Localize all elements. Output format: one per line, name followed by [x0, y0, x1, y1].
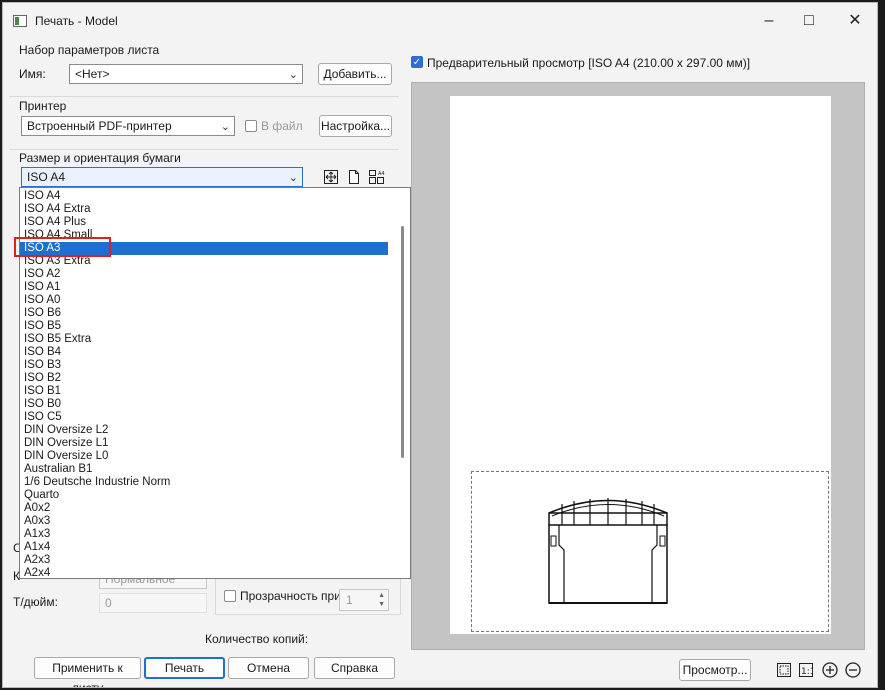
chevron-down-icon: ⌄: [220, 121, 230, 133]
preview-paper: [450, 96, 831, 634]
dpi-input[interactable]: 0: [99, 593, 207, 613]
paper-size-option[interactable]: ISO B5: [20, 320, 388, 333]
svg-text:1:1: 1:1: [801, 667, 813, 677]
paper-size-option[interactable]: A1x4: [20, 541, 388, 554]
page-setup-name-value: <Нет>: [75, 67, 110, 81]
paper-size-option[interactable]: A1x3: [20, 528, 388, 541]
drawing-preview: [548, 498, 668, 604]
paper-size-option[interactable]: ISO B6: [20, 307, 388, 320]
copies-label: Количество копий:: [205, 632, 309, 646]
paper-size-option[interactable]: DIN Oversize L1: [20, 437, 388, 450]
to-file-label: В файл: [261, 119, 303, 133]
help-button[interactable]: Справка: [314, 657, 395, 679]
add-button[interactable]: Добавить...: [318, 63, 392, 85]
page-setup-name-select[interactable]: <Нет> ⌄: [69, 64, 303, 84]
paper-size-option[interactable]: ISO C5: [20, 411, 388, 424]
dropdown-scrollbar[interactable]: [401, 226, 404, 458]
paper-size-option[interactable]: ISO B5 Extra: [20, 333, 388, 346]
paper-size-value: ISO A4: [27, 170, 66, 184]
annotation-highlight: [14, 237, 111, 257]
close-button[interactable]: ✕: [833, 3, 877, 39]
maximize-button[interactable]: □: [787, 3, 831, 39]
title-bar: Печать - Model – □ ✕: [3, 3, 877, 39]
paper-size-option[interactable]: DIN Oversize L2: [20, 424, 388, 437]
preview-panel: ✓ Предварительный просмотр [ISO A4 (210.…: [403, 41, 877, 687]
paper-size-option[interactable]: ISO A2: [20, 268, 388, 281]
paper-size-option[interactable]: ISO B2: [20, 372, 388, 385]
paper-size-option[interactable]: Quarto: [20, 489, 388, 502]
transparency-checkbox[interactable]: [224, 590, 236, 602]
zoom-out-icon[interactable]: [845, 662, 861, 678]
minimize-button[interactable]: –: [747, 3, 791, 39]
preview-checkbox-label: Предварительный просмотр [ISO A4 (210.00…: [427, 56, 751, 70]
svg-text:A4: A4: [378, 171, 385, 177]
paper-size-option[interactable]: ISO B1: [20, 385, 388, 398]
cancel-button[interactable]: Отмена: [228, 657, 309, 679]
paper-size-option[interactable]: A0x2: [20, 502, 388, 515]
paper-size-option[interactable]: A2x4: [20, 567, 388, 578]
print-dialog: Печать - Model – □ ✕ Набор параметров ли…: [2, 2, 878, 688]
paper-size-option[interactable]: A0x3: [20, 515, 388, 528]
chevron-down-icon: ⌄: [288, 69, 298, 81]
paper-size-option[interactable]: ISO A4 Plus: [20, 216, 388, 229]
paper-size-option[interactable]: ISO B3: [20, 359, 388, 372]
printer-select[interactable]: Встроенный PDF-принтер ⌄: [21, 116, 235, 136]
printer-settings-button[interactable]: Настройка...: [319, 115, 392, 137]
copies-stepper[interactable]: 1 ▲ ▼: [339, 589, 389, 611]
preview-button[interactable]: Просмотр...: [679, 659, 751, 681]
paper-size-option[interactable]: 1/6 Deutsche Industrie Norm: [20, 476, 388, 489]
chevron-down-icon: ⌄: [288, 172, 298, 184]
printer-value: Встроенный PDF-принтер: [27, 119, 172, 133]
preview-area: [411, 82, 865, 650]
page-setup-label: Набор параметров листа: [19, 43, 160, 57]
paper-size-label: Размер и ориентация бумаги: [19, 151, 181, 165]
printer-group: Принтер Встроенный PDF-принтер ⌄ В файл …: [9, 96, 399, 147]
paper-size-option[interactable]: ISO A4: [20, 190, 388, 203]
paper-size-option[interactable]: ISO A1: [20, 281, 388, 294]
fit-page-icon[interactable]: [777, 663, 791, 677]
zoom-in-icon[interactable]: [822, 662, 838, 678]
paper-size-option[interactable]: ISO B0: [20, 398, 388, 411]
paper-size-option[interactable]: A2x3: [20, 554, 388, 567]
page-size-icon[interactable]: A4: [369, 170, 385, 184]
window-title: Печать - Model: [35, 14, 118, 28]
name-label: Имя:: [19, 67, 46, 81]
paper-size-option[interactable]: DIN Oversize L0: [20, 450, 388, 463]
page-setup-group: Набор параметров листа Имя: <Нет> ⌄ Доба…: [9, 41, 399, 91]
stepper-arrows-icon[interactable]: ▲ ▼: [378, 591, 385, 609]
to-file-checkbox[interactable]: [245, 120, 257, 132]
fit-icon[interactable]: [324, 170, 338, 184]
dpi-value: 0: [105, 596, 112, 610]
actual-size-icon[interactable]: 1:1: [799, 663, 815, 677]
dpi-label: Т/дюйм:: [13, 595, 58, 609]
preview-checkbox[interactable]: ✓: [411, 56, 423, 68]
paper-size-option[interactable]: ISO A0: [20, 294, 388, 307]
copies-value: 1: [346, 593, 353, 607]
portrait-page-icon[interactable]: [347, 170, 361, 184]
printer-label: Принтер: [19, 99, 67, 113]
print-button[interactable]: Печать: [144, 657, 225, 679]
apply-to-layout-button[interactable]: Применить к листу: [34, 657, 141, 687]
paper-size-option[interactable]: ISO B4: [20, 346, 388, 359]
paper-size-option[interactable]: ISO A4 Extra: [20, 203, 388, 216]
paper-size-option[interactable]: Australian B1: [20, 463, 388, 476]
paper-size-select[interactable]: ISO A4 ⌄: [21, 167, 303, 187]
app-icon: [13, 15, 27, 27]
